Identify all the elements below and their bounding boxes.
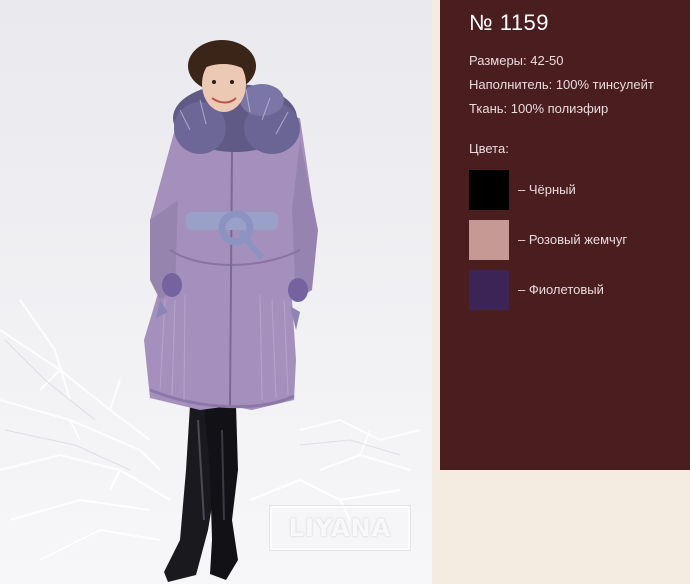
color-option-violet: – Фиолетовый: [469, 270, 689, 310]
color-label: – Чёрный: [518, 182, 576, 197]
brand-watermark: LIYANA: [270, 506, 410, 550]
color-swatch: [469, 220, 509, 260]
spec-sizes: Размеры: 42-50: [469, 53, 564, 68]
boots: [164, 405, 238, 582]
product-photo: LIYANA: [0, 0, 432, 584]
color-label: – Розовый жемчуг: [518, 232, 628, 247]
model-illustration: [0, 40, 421, 582]
color-label: – Фиолетовый: [518, 282, 604, 297]
color-swatch: [469, 270, 509, 310]
color-option-black: – Чёрный: [469, 170, 689, 210]
coat: [144, 118, 318, 410]
color-swatch: [469, 170, 509, 210]
spec-filling: Наполнитель: 100% тинсулейт: [469, 77, 654, 92]
page-background: [440, 470, 690, 584]
colors-heading: Цвета:: [469, 141, 509, 156]
color-option-pink-pearl: – Розовый жемчуг: [469, 220, 689, 260]
spec-fabric: Ткань: 100% полиэфир: [469, 101, 609, 116]
model-number: № 1159: [469, 10, 550, 35]
product-info-panel: № 1159 Размеры: 42-50 Наполнитель: 100% …: [440, 0, 690, 470]
gutter: [432, 0, 440, 584]
